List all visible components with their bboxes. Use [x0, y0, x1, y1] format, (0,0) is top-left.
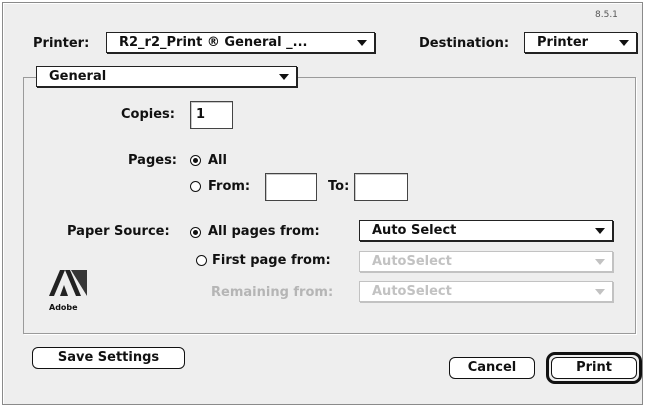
destination-value: Printer — [537, 35, 589, 50]
copies-field[interactable]: 1 — [190, 101, 233, 129]
pages-from-field[interactable] — [265, 173, 317, 201]
pages-from-label: From: — [208, 179, 251, 194]
printer-label: Printer: — [33, 36, 90, 51]
panel-value: General — [49, 69, 107, 84]
pages-all-radio[interactable] — [190, 155, 201, 166]
first-page-from-radio[interactable] — [196, 255, 207, 266]
pages-label: Pages: — [128, 153, 178, 168]
first-page-source-popup[interactable]: AutoSelect — [359, 251, 613, 272]
remaining-source-value: AutoSelect — [372, 284, 452, 299]
remaining-from-label: Remaining from: — [211, 285, 334, 300]
chevron-down-icon — [595, 289, 605, 295]
copies-label: Copies: — [121, 107, 175, 122]
panel-popup[interactable]: General — [36, 66, 297, 87]
pages-from-radio[interactable] — [190, 181, 201, 192]
destination-label: Destination: — [419, 36, 510, 51]
all-pages-from-radio[interactable] — [190, 227, 201, 238]
chevron-down-icon — [357, 40, 367, 46]
remaining-source-popup[interactable]: AutoSelect — [359, 281, 613, 302]
adobe-logo-icon — [49, 270, 87, 296]
chevron-down-icon — [595, 228, 605, 234]
print-button[interactable]: Print — [551, 357, 637, 379]
all-pages-from-label: All pages from: — [208, 224, 320, 239]
paper-source-label: Paper Source: — [67, 224, 170, 239]
pages-all-label: All — [208, 153, 227, 168]
destination-popup[interactable]: Printer — [524, 32, 637, 53]
first-page-from-label: First page from: — [212, 253, 331, 268]
version-label: 8.5.1 — [595, 10, 618, 20]
first-page-source-value: AutoSelect — [372, 254, 452, 269]
pages-to-field[interactable] — [354, 173, 408, 201]
chevron-down-icon — [595, 259, 605, 265]
cancel-button[interactable]: Cancel — [449, 357, 535, 379]
chevron-down-icon — [279, 74, 289, 80]
printer-popup[interactable]: R2_r2_Print ® General _... — [106, 32, 375, 53]
all-pages-source-value: Auto Select — [372, 223, 457, 238]
chevron-down-icon — [619, 40, 629, 46]
all-pages-source-popup[interactable]: Auto Select — [359, 220, 613, 241]
print-dialog: 8.5.1 Printer: R2_r2_Print ® General _..… — [2, 2, 643, 405]
adobe-logo-text: Adobe — [49, 303, 78, 312]
save-settings-button[interactable]: Save Settings — [32, 347, 185, 369]
printer-value: R2_r2_Print ® General _... — [119, 35, 308, 50]
pages-to-label: To: — [328, 179, 350, 194]
adobe-logo: Adobe — [47, 268, 89, 314]
